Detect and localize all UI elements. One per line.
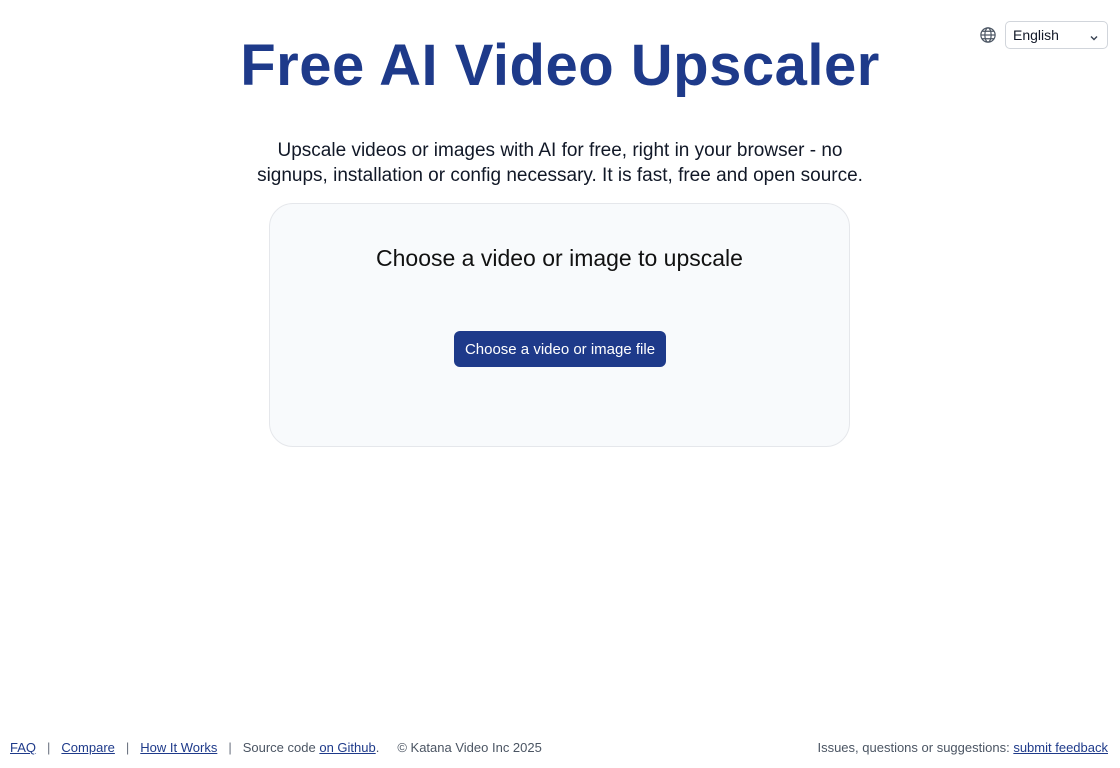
page-title: Free AI Video Upscaler: [240, 33, 880, 98]
copyright-text: © Katana Video Inc 2025: [397, 740, 542, 755]
how-it-works-link[interactable]: How It Works: [140, 740, 217, 755]
github-link[interactable]: on Github: [319, 740, 375, 755]
footer-links: FAQ | Compare | How It Works | Source co…: [10, 740, 542, 755]
feedback-text: Issues, questions or suggestions:: [817, 740, 1010, 755]
source-code-text: Source code: [242, 740, 316, 755]
footer-separator: |: [125, 740, 130, 755]
compare-link[interactable]: Compare: [61, 740, 114, 755]
feedback-section: Issues, questions or suggestions: submit…: [817, 740, 1108, 755]
page: English Free AI Video Upscaler Upscale v…: [0, 0, 1120, 768]
footer-separator: |: [228, 740, 232, 755]
upload-heading: Choose a video or image to upscale: [376, 245, 743, 271]
source-code-period: .: [375, 740, 380, 755]
upload-card: Choose a video or image to upscale Choos…: [269, 203, 850, 447]
page-subtitle: Upscale videos or images with AI for fre…: [257, 140, 863, 186]
footer-separator: |: [47, 740, 51, 755]
choose-file-button[interactable]: Choose a video or image file: [454, 331, 666, 367]
faq-link[interactable]: FAQ: [10, 740, 36, 755]
submit-feedback-link[interactable]: submit feedback: [1013, 740, 1108, 755]
